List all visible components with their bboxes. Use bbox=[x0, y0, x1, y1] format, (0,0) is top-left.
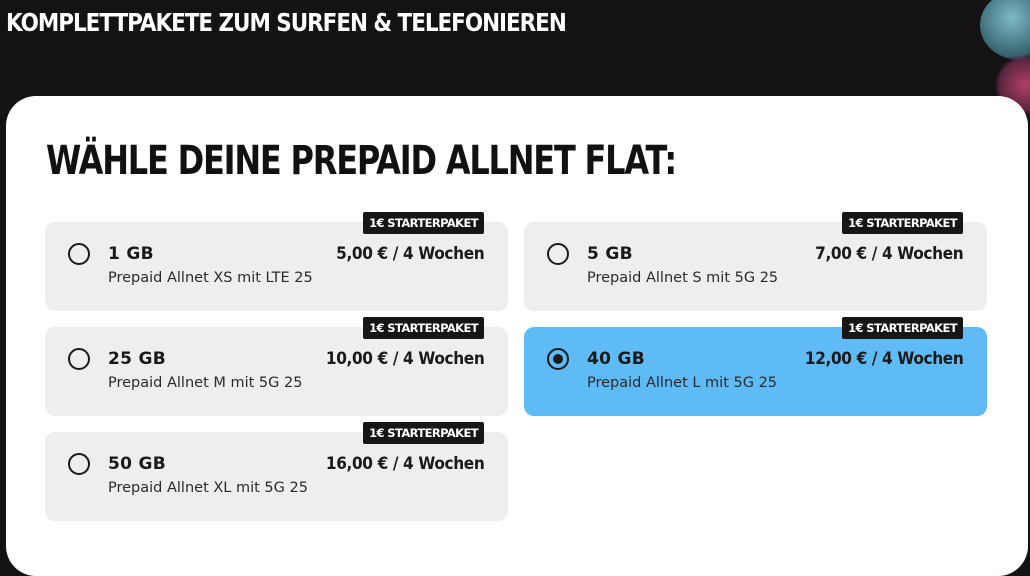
plan-selection-title: WÄHLE DEINE PREPAID ALLNET FLAT: bbox=[46, 138, 677, 184]
starter-package-badge: 1€ STARTERPAKET bbox=[842, 317, 963, 339]
plan-price: 10,00 € / 4 Wochen bbox=[325, 349, 485, 368]
plan-price: 12,00 € / 4 Wochen bbox=[804, 349, 964, 368]
plan-name: Prepaid Allnet M mit 5G 25 bbox=[108, 375, 303, 391]
plan-name: Prepaid Allnet L mit 5G 25 bbox=[587, 375, 778, 391]
plan-card-25gb[interactable]: 1€ STARTERPAKET 25 GB 10,00 € / 4 Wochen… bbox=[45, 317, 508, 416]
section-title: KOMPLETTPAKETE ZUM SURFEN & TELEFONIEREN bbox=[6, 8, 567, 37]
plan-card-1gb[interactable]: 1€ STARTERPAKET 1 GB 5,00 € / 4 Wochen P… bbox=[45, 212, 508, 311]
plan-name: Prepaid Allnet S mit 5G 25 bbox=[587, 270, 779, 286]
starter-package-badge: 1€ STARTERPAKET bbox=[363, 422, 484, 444]
plan-price: 5,00 € / 4 Wochen bbox=[335, 244, 485, 263]
plan-data-volume: 40 GB bbox=[587, 349, 645, 369]
plan-data-volume: 1 GB bbox=[108, 244, 154, 264]
plan-card-50gb[interactable]: 1€ STARTERPAKET 50 GB 16,00 € / 4 Wochen… bbox=[45, 422, 508, 521]
plan-selection-panel: WÄHLE DEINE PREPAID ALLNET FLAT: 1€ STAR… bbox=[6, 96, 1028, 576]
plan-data-volume: 5 GB bbox=[587, 244, 633, 264]
starter-package-badge: 1€ STARTERPAKET bbox=[363, 212, 484, 234]
plan-name: Prepaid Allnet XL mit 5G 25 bbox=[108, 480, 308, 496]
plan-name: Prepaid Allnet XS mit LTE 25 bbox=[108, 270, 313, 286]
starter-package-badge: 1€ STARTERPAKET bbox=[842, 212, 963, 234]
plan-price: 16,00 € / 4 Wochen bbox=[325, 454, 485, 473]
plan-radio-25gb[interactable] bbox=[68, 348, 90, 370]
plan-radio-40gb[interactable] bbox=[547, 348, 569, 370]
plan-data-volume: 25 GB bbox=[108, 349, 166, 369]
plan-radio-1gb[interactable] bbox=[68, 243, 90, 265]
plan-radio-5gb[interactable] bbox=[547, 243, 569, 265]
plan-radio-50gb[interactable] bbox=[68, 453, 90, 475]
plan-data-volume: 50 GB bbox=[108, 454, 166, 474]
starter-package-badge: 1€ STARTERPAKET bbox=[363, 317, 484, 339]
decorative-blob-blue bbox=[980, 0, 1030, 60]
plan-card-40gb[interactable]: 1€ STARTERPAKET 40 GB 12,00 € / 4 Wochen… bbox=[524, 317, 987, 416]
plan-price: 7,00 € / 4 Wochen bbox=[814, 244, 964, 263]
plan-card-5gb[interactable]: 1€ STARTERPAKET 5 GB 7,00 € / 4 Wochen P… bbox=[524, 212, 987, 311]
